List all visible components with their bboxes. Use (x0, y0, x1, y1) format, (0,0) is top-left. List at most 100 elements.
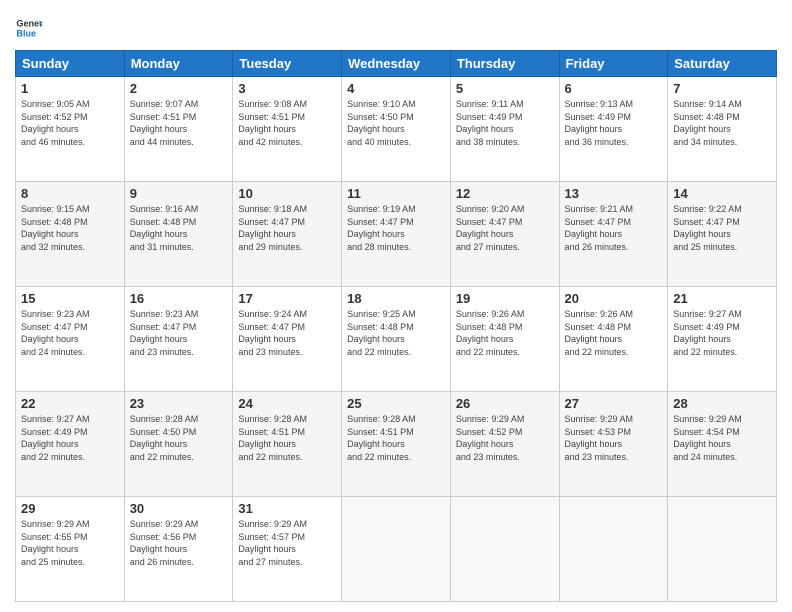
calendar-table: SundayMondayTuesdayWednesdayThursdayFrid… (15, 50, 777, 602)
day-header-thursday: Thursday (450, 51, 559, 77)
day-header-sunday: Sunday (16, 51, 125, 77)
day-number: 29 (21, 501, 119, 516)
calendar-cell: 15 Sunrise: 9:23 AMSunset: 4:47 PMDayligh… (16, 287, 125, 392)
calendar-cell (559, 497, 668, 602)
week-row-1: 1 Sunrise: 9:05 AMSunset: 4:52 PMDaylight… (16, 77, 777, 182)
calendar-cell (342, 497, 451, 602)
cell-info: Sunrise: 9:25 AMSunset: 4:48 PMDaylight … (347, 308, 445, 358)
calendar-cell: 20Sunrise: 9:26 AMSunset: 4:48 PMDayligh… (559, 287, 668, 392)
cell-info: Sunrise: 9:22 AMSunset: 4:47 PMDaylight … (673, 203, 771, 253)
cell-info: Sunrise: 9:27 AMSunset: 4:49 PMDaylight … (21, 413, 119, 463)
calendar-cell: 21 Sunrise: 9:27 AMSunset: 4:49 PMDayligh… (668, 287, 777, 392)
cell-info: Sunrise: 9:29 AMSunset: 4:55 PMDaylight … (21, 518, 119, 568)
cell-info: Sunrise: 9:27 AMSunset: 4:49 PMDaylight … (673, 308, 771, 358)
day-number: 1 (21, 81, 119, 96)
day-number: 10 (238, 186, 336, 201)
day-number: 16 (130, 291, 228, 306)
calendar-cell (668, 497, 777, 602)
day-number: 14 (673, 186, 771, 201)
day-number: 22 (21, 396, 119, 411)
day-number: 2 (130, 81, 228, 96)
week-row-4: 22 Sunrise: 9:27 AMSunset: 4:49 PMDayligh… (16, 392, 777, 497)
calendar-cell: 2 Sunrise: 9:07 AMSunset: 4:51 PMDaylight… (124, 77, 233, 182)
calendar-cell: 16 Sunrise: 9:23 AMSunset: 4:47 PMDayligh… (124, 287, 233, 392)
cell-info: Sunrise: 9:13 AMSunset: 4:49 PMDaylight … (565, 98, 663, 148)
day-number: 30 (130, 501, 228, 516)
calendar-cell: 13Sunrise: 9:21 AMSunset: 4:47 PMDayligh… (559, 182, 668, 287)
calendar-cell: 8 Sunrise: 9:15 AMSunset: 4:48 PMDaylight… (16, 182, 125, 287)
calendar-cell: 19 Sunrise: 9:26 AMSunset: 4:48 PMDayligh… (450, 287, 559, 392)
cell-info: Sunrise: 9:19 AMSunset: 4:47 PMDaylight … (347, 203, 445, 253)
day-number: 3 (238, 81, 336, 96)
day-number: 5 (456, 81, 554, 96)
calendar-cell: 14 Sunrise: 9:22 AMSunset: 4:47 PMDayligh… (668, 182, 777, 287)
day-header-wednesday: Wednesday (342, 51, 451, 77)
day-number: 7 (673, 81, 771, 96)
calendar-cell: 27 Sunrise: 9:29 AMSunset: 4:53 PMDayligh… (559, 392, 668, 497)
calendar-cell: 3Sunrise: 9:08 AMSunset: 4:51 PMDaylight… (233, 77, 342, 182)
cell-info: Sunrise: 9:10 AMSunset: 4:50 PMDaylight … (347, 98, 445, 148)
calendar-cell: 7 Sunrise: 9:14 AMSunset: 4:48 PMDaylight… (668, 77, 777, 182)
calendar-cell: 17 Sunrise: 9:24 AMSunset: 4:47 PMDayligh… (233, 287, 342, 392)
cell-info: Sunrise: 9:29 AMSunset: 4:57 PMDaylight … (238, 518, 336, 568)
day-header-saturday: Saturday (668, 51, 777, 77)
calendar-cell (450, 497, 559, 602)
day-number: 18 (347, 291, 445, 306)
day-number: 19 (456, 291, 554, 306)
cell-info: Sunrise: 9:05 AMSunset: 4:52 PMDaylight … (21, 98, 119, 148)
calendar-cell: 24 Sunrise: 9:28 AMSunset: 4:51 PMDayligh… (233, 392, 342, 497)
day-number: 31 (238, 501, 336, 516)
page: General Blue SundayMondayTuesdayWednesda… (0, 0, 792, 612)
cell-info: Sunrise: 9:29 AMSunset: 4:56 PMDaylight … (130, 518, 228, 568)
calendar-cell: 18 Sunrise: 9:25 AMSunset: 4:48 PMDayligh… (342, 287, 451, 392)
cell-info: Sunrise: 9:26 AMSunset: 4:48 PMDaylight … (456, 308, 554, 358)
day-number: 28 (673, 396, 771, 411)
day-number: 12 (456, 186, 554, 201)
day-number: 4 (347, 81, 445, 96)
cell-info: Sunrise: 9:29 AMSunset: 4:53 PMDaylight … (565, 413, 663, 463)
day-header-tuesday: Tuesday (233, 51, 342, 77)
day-number: 11 (347, 186, 445, 201)
calendar-cell: 6 Sunrise: 9:13 AMSunset: 4:49 PMDaylight… (559, 77, 668, 182)
cell-info: Sunrise: 9:29 AMSunset: 4:54 PMDaylight … (673, 413, 771, 463)
day-number: 15 (21, 291, 119, 306)
day-number: 17 (238, 291, 336, 306)
cell-info: Sunrise: 9:24 AMSunset: 4:47 PMDaylight … (238, 308, 336, 358)
week-row-5: 29 Sunrise: 9:29 AMSunset: 4:55 PMDayligh… (16, 497, 777, 602)
calendar-cell: 30 Sunrise: 9:29 AMSunset: 4:56 PMDayligh… (124, 497, 233, 602)
day-number: 26 (456, 396, 554, 411)
day-number: 6 (565, 81, 663, 96)
calendar-cell: 9Sunrise: 9:16 AMSunset: 4:48 PMDaylight… (124, 182, 233, 287)
day-header-monday: Monday (124, 51, 233, 77)
calendar-cell: 1 Sunrise: 9:05 AMSunset: 4:52 PMDaylight… (16, 77, 125, 182)
calendar-cell: 12Sunrise: 9:20 AMSunset: 4:47 PMDayligh… (450, 182, 559, 287)
day-number: 8 (21, 186, 119, 201)
cell-info: Sunrise: 9:23 AMSunset: 4:47 PMDaylight … (130, 308, 228, 358)
calendar-cell: 5 Sunrise: 9:11 AMSunset: 4:49 PMDaylight… (450, 77, 559, 182)
day-number: 24 (238, 396, 336, 411)
calendar-cell: 11 Sunrise: 9:19 AMSunset: 4:47 PMDayligh… (342, 182, 451, 287)
week-row-2: 8 Sunrise: 9:15 AMSunset: 4:48 PMDaylight… (16, 182, 777, 287)
calendar-header-row: SundayMondayTuesdayWednesdayThursdayFrid… (16, 51, 777, 77)
cell-info: Sunrise: 9:16 AMSunset: 4:48 PMDaylight … (130, 203, 228, 253)
cell-info: Sunrise: 9:14 AMSunset: 4:48 PMDaylight … (673, 98, 771, 148)
cell-info: Sunrise: 9:28 AMSunset: 4:51 PMDaylight … (238, 413, 336, 463)
calendar-cell: 22 Sunrise: 9:27 AMSunset: 4:49 PMDayligh… (16, 392, 125, 497)
cell-info: Sunrise: 9:28 AMSunset: 4:50 PMDaylight … (130, 413, 228, 463)
day-number: 20 (565, 291, 663, 306)
week-row-3: 15 Sunrise: 9:23 AMSunset: 4:47 PMDayligh… (16, 287, 777, 392)
cell-info: Sunrise: 9:11 AMSunset: 4:49 PMDaylight … (456, 98, 554, 148)
cell-info: Sunrise: 9:21 AMSunset: 4:47 PMDaylight … (565, 203, 663, 253)
day-header-friday: Friday (559, 51, 668, 77)
cell-info: Sunrise: 9:15 AMSunset: 4:48 PMDaylight … (21, 203, 119, 253)
calendar-cell: 10Sunrise: 9:18 AMSunset: 4:47 PMDayligh… (233, 182, 342, 287)
day-number: 23 (130, 396, 228, 411)
svg-text:Blue: Blue (16, 28, 36, 38)
cell-info: Sunrise: 9:07 AMSunset: 4:51 PMDaylight … (130, 98, 228, 148)
cell-info: Sunrise: 9:23 AMSunset: 4:47 PMDaylight … (21, 308, 119, 358)
day-number: 21 (673, 291, 771, 306)
day-number: 27 (565, 396, 663, 411)
calendar-cell: 23 Sunrise: 9:28 AMSunset: 4:50 PMDayligh… (124, 392, 233, 497)
calendar-cell: 28 Sunrise: 9:29 AMSunset: 4:54 PMDayligh… (668, 392, 777, 497)
logo: General Blue (15, 14, 43, 42)
